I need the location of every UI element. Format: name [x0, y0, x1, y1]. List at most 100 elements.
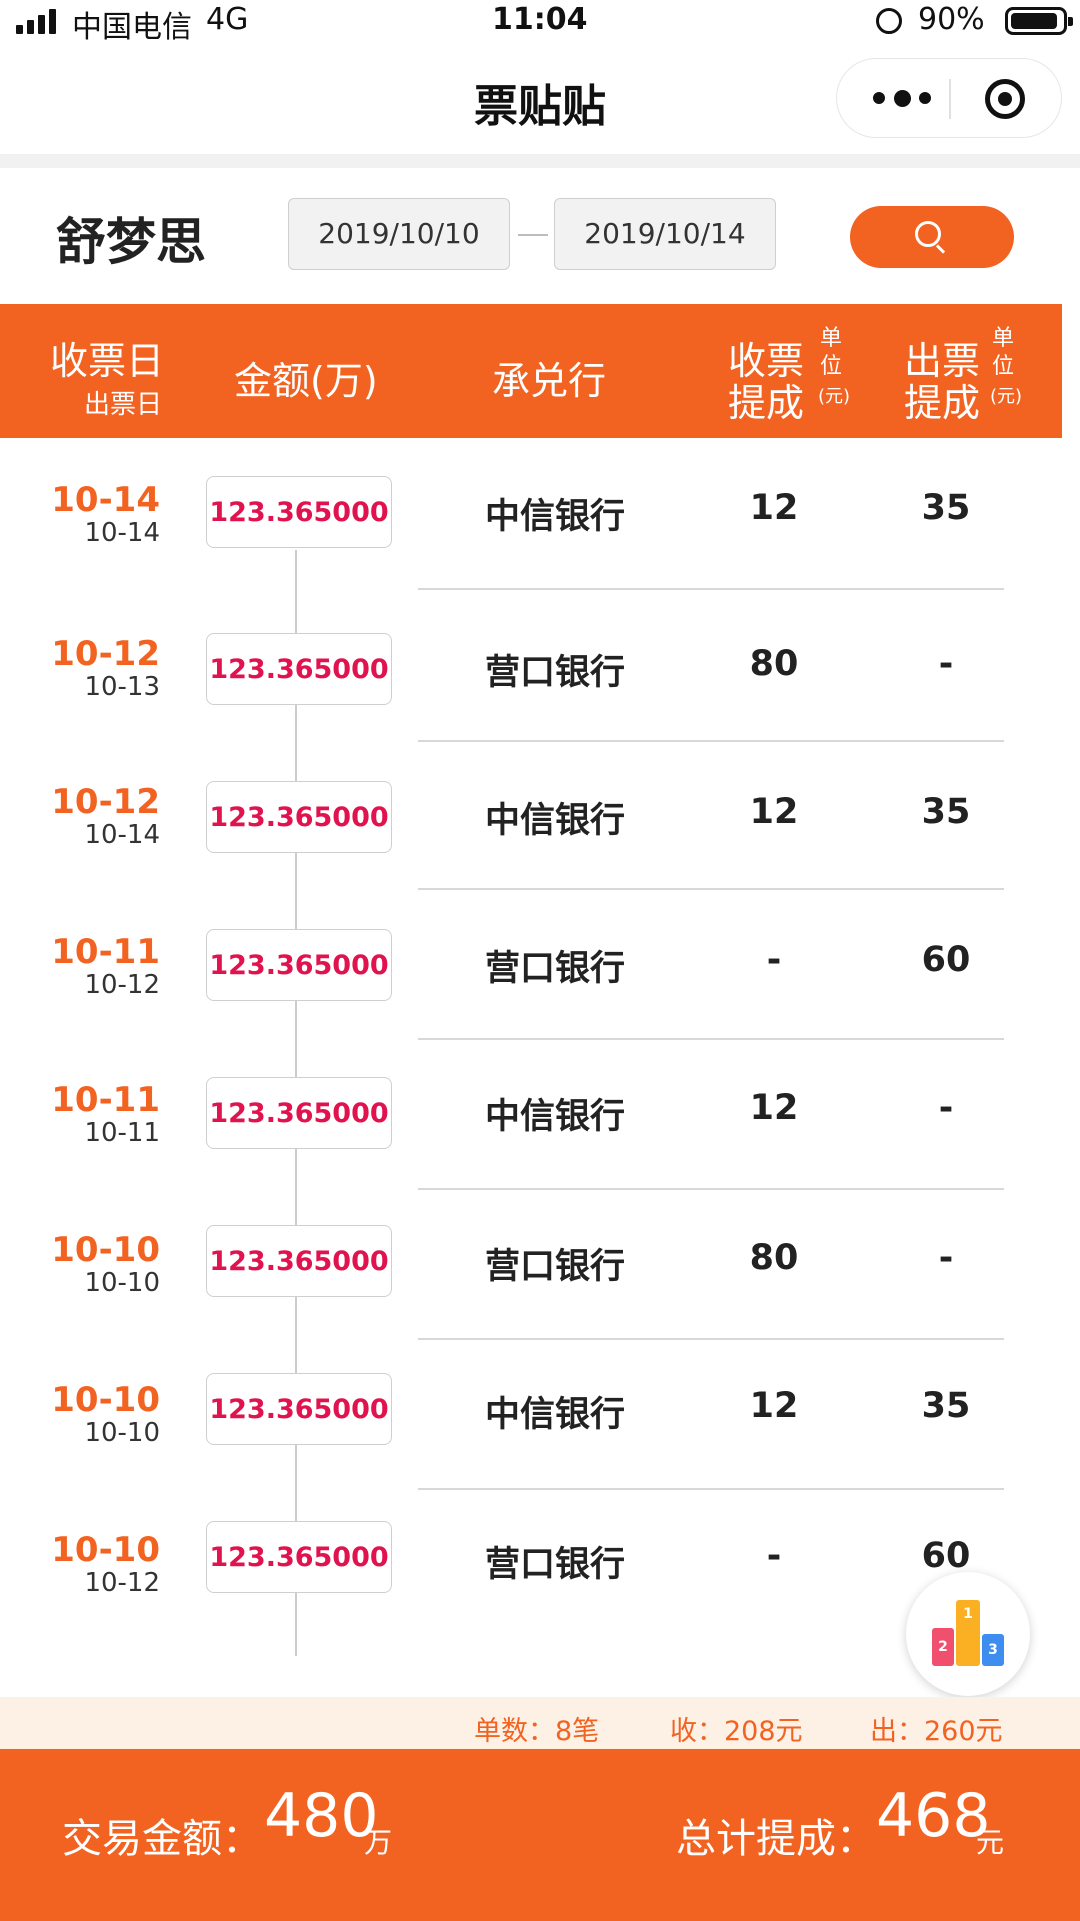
table-row[interactable]: 10-14 10-14 123.365000 中信银行 12 35	[0, 470, 1080, 620]
ranking-button[interactable]: 2 1 3	[906, 1572, 1030, 1696]
header-receive-date: 收票日	[50, 339, 165, 383]
summary-bar: 单数：8笔 收：208元 出：260元	[0, 1697, 1080, 1749]
trade-amount-value: 480	[264, 1781, 379, 1851]
issue-commission: -	[938, 1238, 954, 1278]
capsule-divider	[949, 79, 951, 119]
row-divider	[418, 740, 1004, 742]
total-commission-label: 总计提成：	[676, 1816, 876, 1862]
search-icon	[915, 221, 946, 254]
issue-commission: -	[938, 644, 954, 684]
amount-badge: 123.365000	[206, 1077, 392, 1149]
more-dots-icon[interactable]	[873, 81, 931, 115]
header-bank: 承兑行	[492, 359, 607, 403]
header-receive-commission-line2: 提成	[728, 381, 805, 425]
bank-name: 营口银行	[484, 653, 625, 693]
issue-date: 10-11	[84, 1118, 160, 1148]
receive-date: 10-14	[51, 480, 160, 520]
rotation-lock-icon	[876, 8, 902, 34]
receive-commission: 12	[749, 488, 799, 528]
table-row[interactable]: 10-10 10-10 123.365000 营口银行 80 -	[0, 1220, 1080, 1370]
issue-date: 10-10	[84, 1418, 160, 1448]
receive-date: 10-11	[51, 1080, 160, 1120]
company-name: 舒梦思	[56, 213, 206, 271]
carrier-name: 中国电信	[72, 10, 192, 45]
table-row[interactable]: 10-11 10-11 123.365000 中信银行 12 -	[0, 1070, 1080, 1220]
header-issue-date: 出票日	[84, 390, 163, 420]
row-divider	[418, 1038, 1004, 1040]
receive-total: 收：208元	[670, 1716, 803, 1747]
header-unit-label: 单	[819, 326, 842, 351]
issue-commission: -	[938, 1088, 954, 1128]
clock: 11:04	[492, 2, 588, 37]
issue-date: 10-14	[84, 518, 160, 548]
start-date-picker[interactable]: 2019/10/10	[288, 198, 510, 270]
signal-icon	[16, 8, 64, 34]
bank-name: 中信银行	[484, 1395, 625, 1435]
receive-date: 10-10	[51, 1380, 160, 1420]
rank-3-block: 3	[982, 1634, 1004, 1666]
receive-date: 10-11	[51, 932, 160, 972]
footer-totals: 交易金额： 480 万 总计提成： 468 元	[0, 1749, 1080, 1921]
amount-badge: 123.365000	[206, 476, 392, 548]
issue-date: 10-14	[84, 820, 160, 850]
bank-name: 中信银行	[484, 801, 625, 841]
mini-program-capsule	[836, 58, 1062, 138]
bank-name: 中信银行	[484, 1097, 625, 1137]
receive-commission: -	[766, 1536, 782, 1576]
issue-date: 10-12	[84, 970, 160, 1000]
header-unit-label: 位	[991, 354, 1014, 379]
network-type: 4G	[206, 2, 249, 37]
receive-commission: 12	[749, 792, 799, 832]
header-unit-label: 位	[819, 354, 842, 379]
status-bar: 中国电信 4G 11:04 90%	[0, 0, 1080, 45]
battery-icon	[1005, 7, 1073, 35]
table-header: 收票日 出票日 金额(万) 承兑行 收票 提成 单 位 (元) 出票 提成 单 …	[0, 304, 1062, 438]
trade-amount-label: 交易金额：	[62, 1816, 262, 1862]
amount-badge: 123.365000	[206, 1521, 392, 1593]
section-divider	[0, 154, 1080, 168]
bank-name: 营口银行	[484, 1247, 625, 1287]
header-unit-label: (元)	[990, 386, 1023, 407]
battery-percent: 90%	[918, 2, 985, 37]
amount-badge: 123.365000	[206, 781, 392, 853]
total-commission-unit: 元	[976, 1826, 1005, 1859]
issue-commission: 35	[921, 1386, 971, 1426]
table-row[interactable]: 10-12 10-13 123.365000 营口银行 80 -	[0, 620, 1080, 770]
search-button[interactable]	[850, 206, 1014, 268]
issue-date: 10-13	[84, 672, 160, 702]
row-divider	[418, 1188, 1004, 1190]
bank-name: 营口银行	[484, 1545, 625, 1585]
receive-commission: 80	[749, 644, 799, 684]
bank-name: 营口银行	[484, 949, 625, 989]
receive-date: 10-12	[51, 634, 160, 674]
amount-badge: 123.365000	[206, 633, 392, 705]
issue-commission: 35	[921, 792, 971, 832]
total-commission-value: 468	[876, 1781, 991, 1851]
receive-commission: 12	[749, 1386, 799, 1426]
trade-amount-unit: 万	[364, 1826, 393, 1859]
receive-date: 10-10	[51, 1230, 160, 1270]
bank-name: 中信银行	[484, 497, 625, 537]
receive-commission: 12	[749, 1088, 799, 1128]
issue-date: 10-12	[84, 1568, 160, 1598]
end-date-picker[interactable]: 2019/10/14	[554, 198, 776, 270]
issue-commission: 60	[921, 1536, 971, 1576]
receive-date: 10-10	[51, 1530, 160, 1570]
issue-commission: 35	[921, 488, 971, 528]
header-unit-label: 单	[991, 326, 1014, 351]
issue-commission: 60	[921, 940, 971, 980]
target-circle-icon[interactable]	[985, 79, 1025, 119]
podium-ranking-icon: 2 1 3	[932, 1594, 1006, 1668]
row-divider	[418, 588, 1004, 590]
amount-badge: 123.365000	[206, 1225, 392, 1297]
row-divider	[418, 1338, 1004, 1340]
table-row[interactable]: 10-12 10-14 123.365000 中信银行 12 35	[0, 770, 1080, 920]
receive-date: 10-12	[51, 782, 160, 822]
table-row[interactable]: 10-10 10-10 123.365000 中信银行 12 35	[0, 1370, 1080, 1520]
rank-1-block: 1	[956, 1600, 980, 1666]
table-row[interactable]: 10-11 10-12 123.365000 营口银行 - 60	[0, 920, 1080, 1070]
amount-badge: 123.365000	[206, 929, 392, 1001]
date-range-separator	[518, 234, 548, 236]
row-divider	[418, 888, 1004, 890]
order-count: 单数：8笔	[474, 1716, 600, 1747]
